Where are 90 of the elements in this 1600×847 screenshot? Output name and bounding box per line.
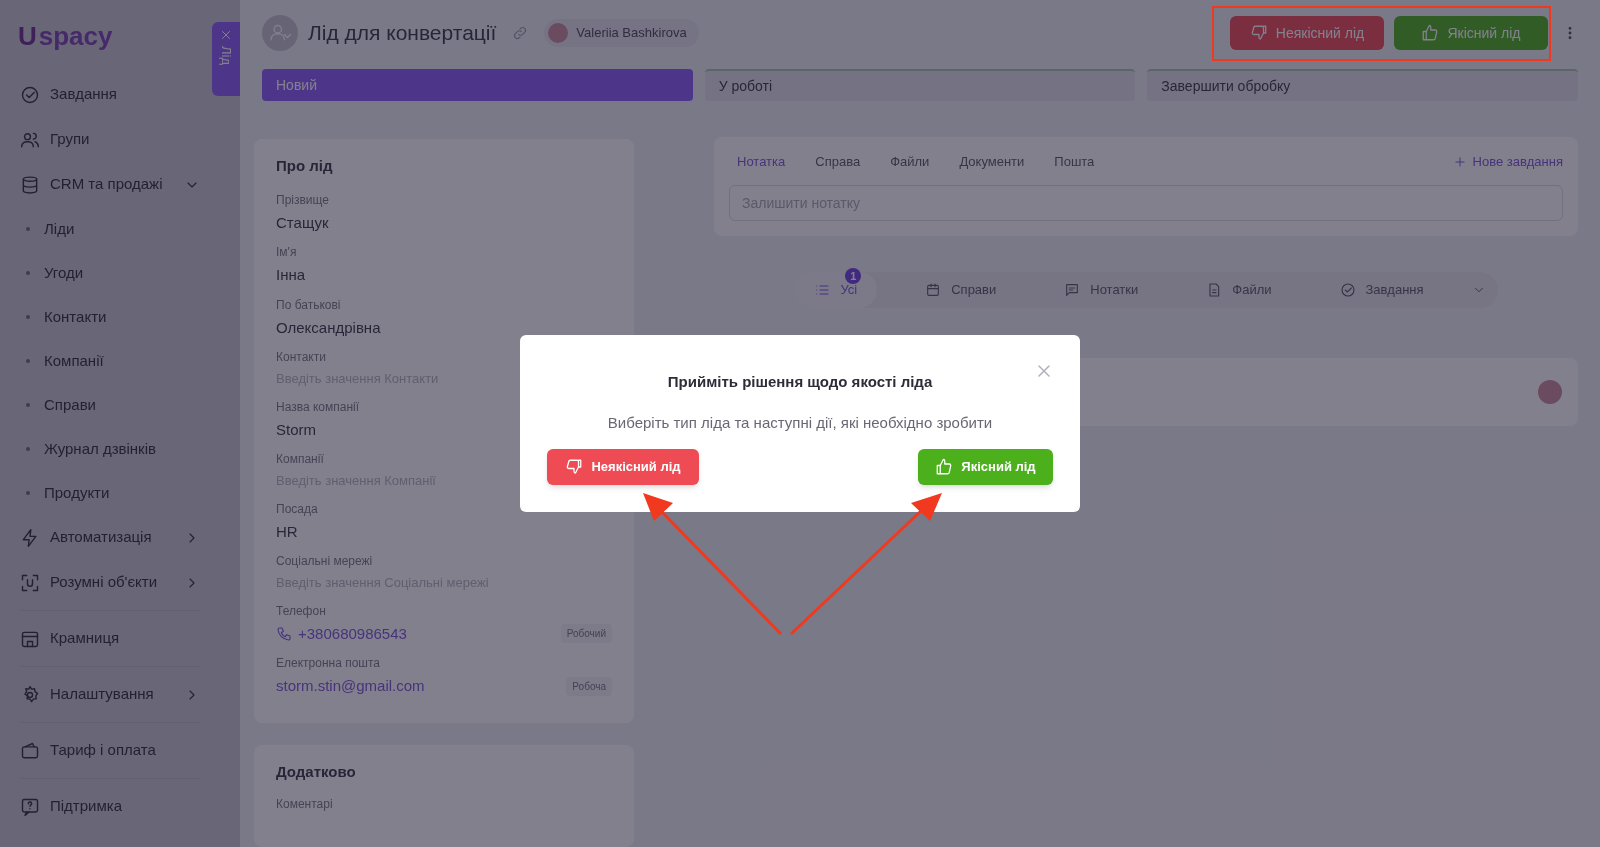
field-value[interactable]: Олександрівна xyxy=(276,316,381,339)
quality-lead-button[interactable]: Якісний лід xyxy=(918,449,1053,485)
owner-chip[interactable]: Valeriia Bashkirova xyxy=(544,19,699,47)
bullet-icon xyxy=(26,447,30,451)
field-label: Контакти xyxy=(276,349,326,366)
email-link[interactable]: storm.stin@gmail.com xyxy=(276,675,425,698)
sidebar-subitem[interactable]: Журнал дзвінків xyxy=(0,427,200,471)
new-task-button[interactable]: Нове завдання xyxy=(1452,152,1563,172)
bullet-icon xyxy=(26,227,30,231)
thumbs-up-icon xyxy=(1421,24,1440,42)
phone-link[interactable]: +380680986543 xyxy=(298,622,407,645)
field-value[interactable]: Storm xyxy=(276,418,316,441)
stage-tab[interactable]: Новий xyxy=(262,69,693,101)
type-tag: Робоча xyxy=(566,676,612,696)
bullet-icon xyxy=(26,271,30,275)
avatar-icon xyxy=(1538,380,1562,404)
card-title: Про лід xyxy=(276,156,334,176)
sidebar-item[interactable]: Групи xyxy=(0,117,200,162)
sidebar-subitem[interactable]: Контакти xyxy=(0,295,200,339)
bullet-icon xyxy=(26,315,30,319)
quality-lead-button[interactable]: Якісний лід xyxy=(1394,16,1548,50)
logo-mark: U xyxy=(18,23,37,49)
sidebar-item[interactable]: Автоматизація xyxy=(0,515,200,560)
card-title: Додатково xyxy=(276,761,357,782)
poor-lead-button[interactable]: Неякісний лід xyxy=(1230,16,1384,50)
field-label: Назва компанії xyxy=(276,398,360,416)
field-label: Посада xyxy=(276,500,318,518)
wallet-icon xyxy=(20,740,40,761)
logo-text: spacy xyxy=(38,23,113,49)
sidebar-item[interactable]: CRM та продажі xyxy=(0,162,200,207)
field-label: Компанії xyxy=(276,451,324,468)
check-circle-icon xyxy=(1339,282,1356,298)
composer-tab[interactable]: Пошта xyxy=(1054,152,1095,172)
composer-tab[interactable]: Нотатка xyxy=(737,152,786,172)
dialog-message: Виберіть тип ліда та наступні дії, які необхідно зробити xyxy=(607,412,993,433)
plus-icon xyxy=(1452,155,1467,169)
lead-tab[interactable]: Лід xyxy=(212,22,240,96)
filter-tab[interactable]: Файли xyxy=(1186,272,1292,308)
sidebar-subitem[interactable]: Угоди xyxy=(0,251,200,295)
composer-tab[interactable]: Файли xyxy=(890,152,930,172)
filter-tab[interactable]: Нотатки xyxy=(1044,272,1159,308)
list-icon xyxy=(814,282,831,298)
check-circle-icon xyxy=(20,84,40,105)
filter-tab[interactable]: Справи xyxy=(905,272,1017,308)
calendar-icon xyxy=(925,282,942,298)
page-title: Лід для конвертації xyxy=(308,20,497,47)
field-label: По батькові xyxy=(276,296,341,314)
sidebar-item[interactable]: Розумні об'єкти xyxy=(0,560,200,605)
database-icon xyxy=(20,174,40,195)
count-badge: 1 xyxy=(845,268,862,284)
phone-icon xyxy=(276,625,292,642)
avatar-icon xyxy=(548,23,569,43)
help-chat-icon xyxy=(20,796,40,817)
stage-tab[interactable]: У роботі xyxy=(704,69,1136,101)
sidebar-item[interactable]: Тариф і оплата xyxy=(0,728,200,773)
scan-frame-icon xyxy=(20,572,40,593)
dialog-title: Прийміть рішення щодо якості ліда xyxy=(667,372,933,392)
field-label: Електронна пошта xyxy=(276,655,380,672)
bullet-icon xyxy=(26,403,30,407)
lead-avatar-icon xyxy=(262,15,298,51)
poor-lead-button[interactable]: Неякісний лід xyxy=(547,449,699,485)
composer-tab[interactable]: Документи xyxy=(959,152,1025,172)
close-icon xyxy=(219,28,233,42)
sidebar-subitem[interactable]: Справи xyxy=(0,383,200,427)
type-tag: Робочий xyxy=(560,624,612,644)
link-icon xyxy=(512,25,529,41)
bullet-icon xyxy=(26,491,30,495)
sidebar-item[interactable]: Підтримка xyxy=(0,784,200,829)
sidebar-subitem[interactable]: Продукти xyxy=(0,471,200,515)
sidebar-subitem[interactable]: Ліди xyxy=(0,207,200,251)
thumbs-up-icon xyxy=(935,458,954,476)
bullet-icon xyxy=(26,359,30,363)
sidebar-item[interactable]: Налаштування xyxy=(0,672,200,717)
sidebar-subitem[interactable]: Компанії xyxy=(0,339,200,383)
thumbs-down-icon xyxy=(565,458,584,476)
composer-tab[interactable]: Справа xyxy=(815,152,861,172)
field-label: Коментарі xyxy=(276,796,334,813)
field-value[interactable]: Інна xyxy=(276,264,306,287)
filter-tab[interactable]: Завдання xyxy=(1319,272,1444,308)
chat-icon xyxy=(1064,282,1081,298)
sidebar-item[interactable]: Завдання xyxy=(0,72,200,117)
field-value[interactable]: Стащук xyxy=(276,211,329,234)
field-label: Соціальні мережі xyxy=(276,553,373,570)
sidebar-item[interactable]: Крамниця xyxy=(0,616,200,661)
field-label: Прізвище xyxy=(276,191,329,209)
field-label: Телефон xyxy=(276,602,326,620)
field-value[interactable]: HR xyxy=(276,520,298,543)
thumbs-down-icon xyxy=(1249,24,1268,42)
stage-tab[interactable]: Завершити обробку xyxy=(1147,69,1578,101)
field-label: Ім'я xyxy=(276,244,297,261)
